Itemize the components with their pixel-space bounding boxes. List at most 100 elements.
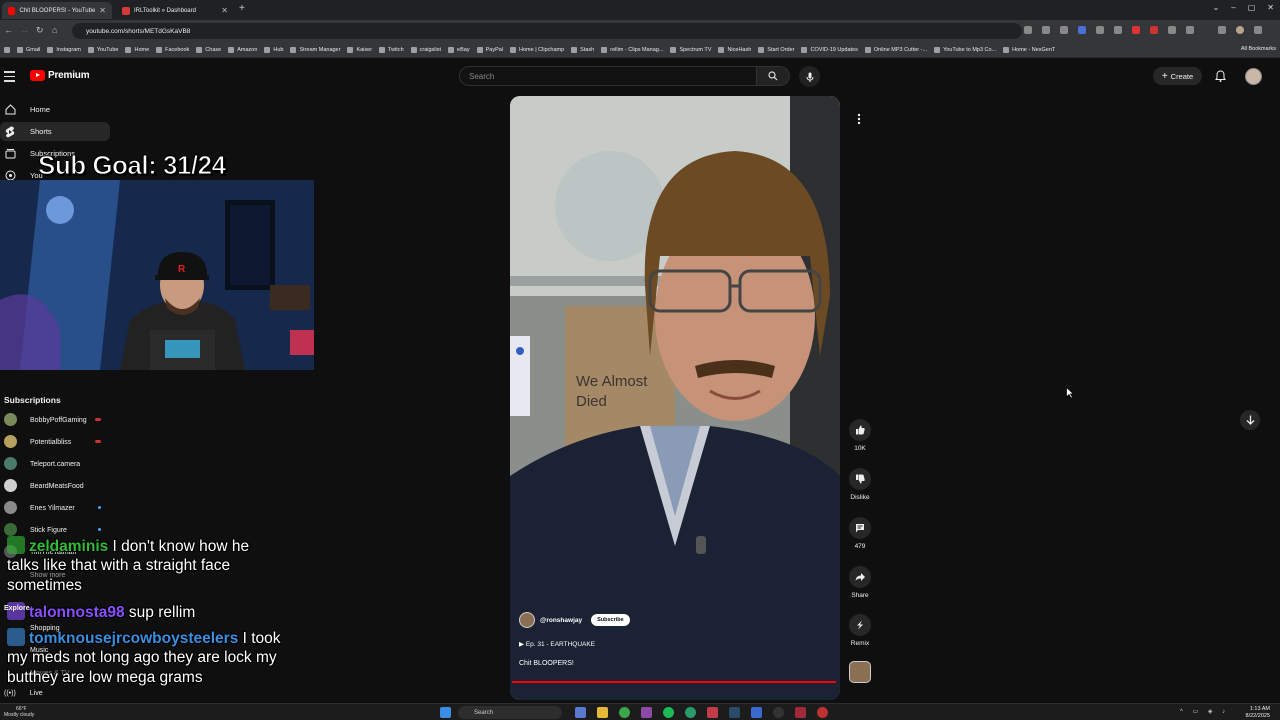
bookmark-item[interactable]: Facebook [156, 46, 189, 53]
apps-icon[interactable] [4, 46, 10, 53]
profile-icon[interactable] [1236, 26, 1244, 34]
remix-button[interactable]: Remix [845, 614, 875, 647]
bookmark-item[interactable]: Home | Clipchamp [510, 46, 564, 53]
extension-icon[interactable] [1078, 26, 1086, 34]
extension-icon[interactable] [1150, 26, 1158, 34]
bookmark-item[interactable]: Hub [264, 46, 283, 53]
app-icon[interactable] [751, 707, 762, 718]
voice-search-button[interactable] [799, 66, 820, 87]
next-short-button[interactable] [1240, 410, 1260, 430]
bookmark-item[interactable]: Gmail [17, 46, 40, 53]
subscribe-button[interactable]: Subscribe [591, 614, 630, 626]
subscription-item[interactable]: Teleport.camera [0, 456, 115, 472]
all-bookmarks-button[interactable]: All Bookmarks [1241, 46, 1276, 52]
file-explorer-icon[interactable] [597, 707, 608, 718]
taskbar-clock[interactable]: 1:13 AM 8/22/2025 [1246, 706, 1270, 720]
new-tab-button[interactable]: + [239, 3, 245, 14]
extensions-puzzle-icon[interactable] [1186, 26, 1194, 34]
guide-item-live[interactable]: ((•)) Live [4, 690, 43, 697]
bookmark-item[interactable]: COVID-19 Updates [801, 46, 858, 53]
forward-icon[interactable]: → [20, 25, 29, 35]
extension-icon[interactable] [1218, 26, 1226, 34]
comments-button[interactable]: 479 [845, 517, 875, 550]
app-icon[interactable] [795, 707, 806, 718]
share-button[interactable]: Share [845, 566, 875, 599]
maximize-icon[interactable]: ▢ [1248, 3, 1256, 12]
bookmark-item[interactable]: craigslist [410, 46, 441, 53]
bookmark-item[interactable]: Home - NexGenT [1003, 46, 1055, 53]
zoom-icon[interactable] [1042, 26, 1050, 34]
chrome-icon[interactable] [619, 707, 630, 718]
dislike-button[interactable]: Dislike [845, 468, 875, 501]
bookmark-item[interactable]: Stash [571, 46, 594, 53]
bookmark-item[interactable]: Home [125, 46, 149, 53]
guide-item-movies[interactable]: Movies & TV [30, 670, 70, 677]
bookmark-item[interactable]: Start Order [758, 46, 794, 53]
bookmark-item[interactable]: YouTube to Mp3 Co... [934, 46, 996, 53]
bookmark-item[interactable]: Instagram [47, 46, 81, 53]
windows-start-icon[interactable] [440, 707, 451, 718]
menu-dots-icon[interactable] [1254, 26, 1262, 34]
cast-icon[interactable] [1024, 26, 1032, 34]
guide-item-home[interactable]: Home [0, 100, 110, 119]
bookmark-item[interactable]: rellim - Clips Manag... [601, 46, 663, 53]
channel-handle[interactable]: @ronshawjay [540, 617, 582, 624]
bookmark-item[interactable]: NiceHash [718, 46, 751, 53]
account-avatar[interactable] [1245, 68, 1262, 85]
bookmark-item[interactable]: Stream Manager [290, 46, 340, 53]
bookmark-item[interactable]: Online MP3 Cutter -... [864, 46, 927, 53]
bookmark-item[interactable]: eBay [448, 46, 470, 53]
extension-icon[interactable] [1132, 26, 1140, 34]
close-window-icon[interactable]: ✕ [1267, 3, 1274, 12]
short-video-player[interactable]: We Almost Died [510, 96, 840, 700]
close-tab-icon[interactable]: ✕ [221, 6, 228, 15]
minimize-icon[interactable]: – [1231, 3, 1235, 12]
extension-icon[interactable] [1114, 26, 1122, 34]
obs-icon[interactable] [773, 707, 784, 718]
menu-icon[interactable] [4, 71, 15, 85]
channel-avatar[interactable] [519, 612, 535, 628]
spotify-icon[interactable] [663, 707, 674, 718]
sound-avatar[interactable] [849, 661, 871, 683]
guide-item-shopping[interactable]: Shopping [30, 625, 60, 632]
bookmark-item[interactable]: Chase [196, 46, 221, 53]
home-browser-icon[interactable]: ⌂ [52, 25, 57, 35]
bookmark-item[interactable]: Amazon [228, 46, 257, 53]
steam-icon[interactable] [729, 707, 740, 718]
like-button[interactable]: 10K [845, 419, 875, 452]
show-more-button[interactable]: Show more [30, 572, 65, 579]
star-icon[interactable] [1060, 26, 1068, 34]
extension-icon[interactable] [1168, 26, 1176, 34]
subscription-item[interactable]: Enes Yilmazer [0, 500, 115, 516]
youtube-premium-logo[interactable]: Premium [30, 70, 90, 81]
task-view-icon[interactable] [575, 707, 586, 718]
weather-widget[interactable]: 66°F Mostly cloudy [4, 706, 34, 718]
video-progress-bar[interactable] [512, 681, 836, 683]
subscription-item[interactable]: BobbyPoffGaming [0, 412, 115, 428]
notifications-bell-icon[interactable] [1215, 69, 1226, 87]
tab-youtube[interactable]: Chit BLOOPERS! - YouTube ✕ [2, 2, 112, 19]
bookmark-item[interactable]: YouTube [87, 46, 118, 53]
extension-icon[interactable] [1096, 26, 1104, 34]
guide-item-music[interactable]: Music [30, 647, 48, 654]
address-bar[interactable]: youtube.com/shorts/METdGsKaVB8 [72, 23, 1022, 39]
bookmark-item[interactable]: Spectrum TV [670, 46, 711, 53]
reload-icon[interactable]: ↻ [36, 25, 44, 36]
app-icon[interactable] [707, 707, 718, 718]
close-tab-icon[interactable]: ✕ [99, 6, 106, 15]
tab-irltoolkit[interactable]: IRLToolkit » Dashboard ✕ [116, 2, 234, 19]
more-options-button[interactable] [850, 110, 868, 128]
search-button[interactable] [757, 66, 790, 86]
app-icon[interactable] [817, 707, 828, 718]
subscription-item[interactable]: Potentialbliss [0, 434, 115, 450]
search-input[interactable]: Search [459, 66, 757, 86]
app-icon[interactable] [685, 707, 696, 718]
taskbar-search[interactable]: Search [458, 706, 562, 719]
create-button[interactable]: + Create [1153, 67, 1202, 85]
system-tray[interactable]: ^ ▭ ◈ ♪ [1180, 708, 1229, 715]
app-icon[interactable] [641, 707, 652, 718]
subscription-item[interactable]: BeardMeatsFood [0, 478, 115, 494]
bookmark-item[interactable]: Kaiser [347, 46, 372, 53]
back-icon[interactable]: ← [4, 25, 13, 35]
playlist-link[interactable]: ▶ Ep. 31 - EARTHQUAKE [519, 640, 595, 648]
